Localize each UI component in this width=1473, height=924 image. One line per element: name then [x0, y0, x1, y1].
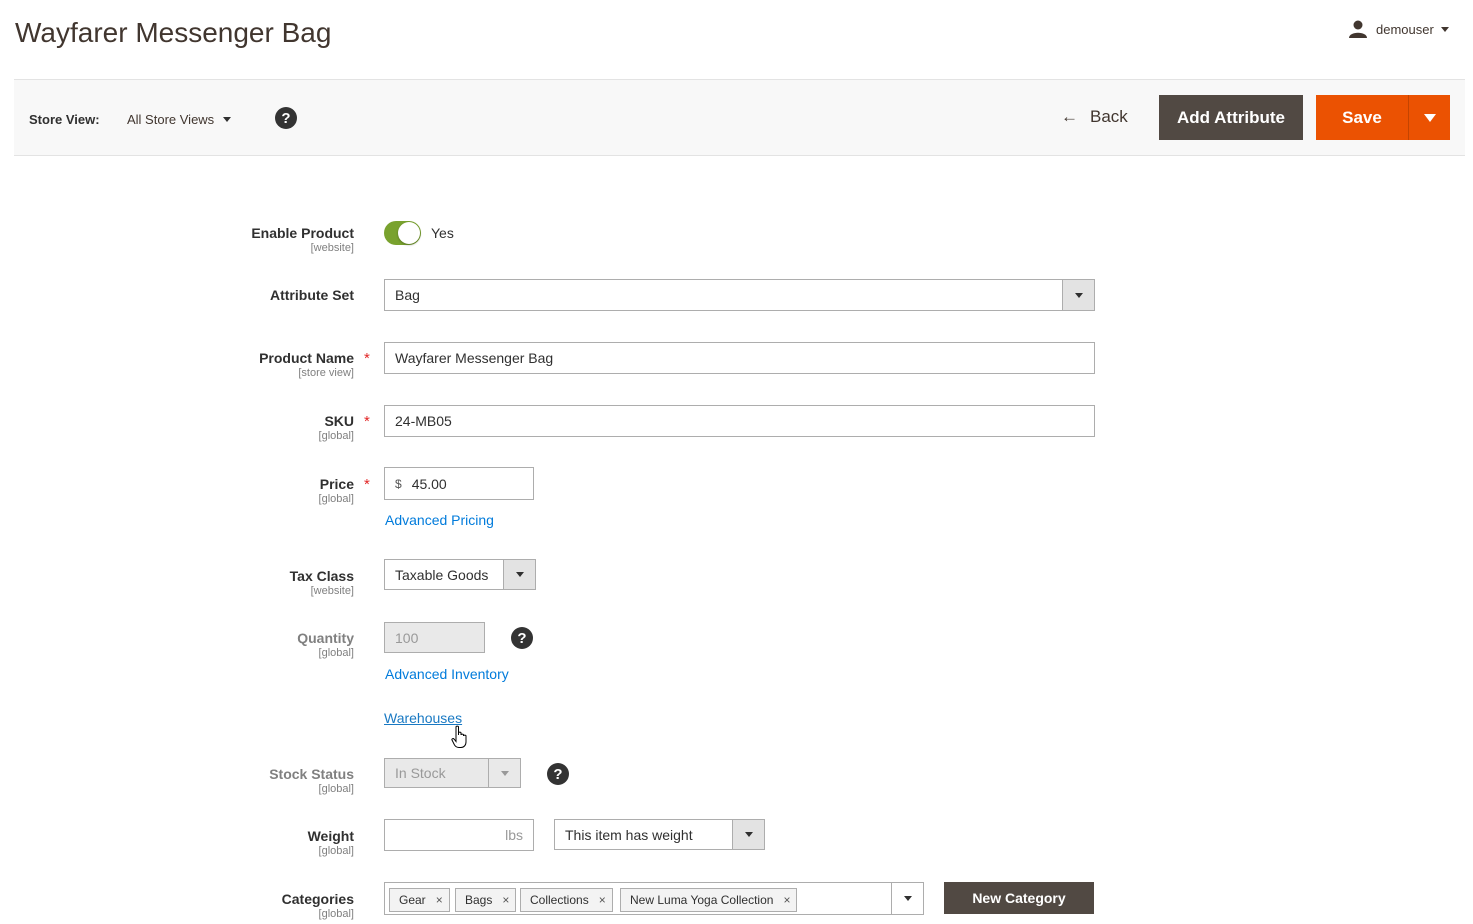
product-name-input[interactable]: Wayfarer Messenger Bag — [384, 342, 1095, 374]
category-tag: Gear × — [389, 888, 450, 912]
tax-class-select[interactable]: Taxable Goods — [384, 559, 536, 590]
add-attribute-button[interactable]: Add Attribute — [1159, 95, 1303, 140]
enable-product-value: Yes — [431, 225, 454, 241]
chevron-down-icon — [223, 117, 232, 122]
quantity-label: Quantity — [297, 630, 354, 646]
stock-status-value: In Stock — [395, 765, 446, 781]
help-icon[interactable]: ? — [511, 627, 533, 649]
attribute-set-label: Attribute Set — [270, 287, 354, 303]
weight-label: Weight — [307, 828, 354, 844]
quantity-input: 100 — [384, 622, 485, 653]
page-actions-toolbar: Store View: All Store Views ? ← Back Add… — [14, 79, 1465, 156]
weight-type-select[interactable]: This item has weight — [554, 819, 765, 850]
new-category-button[interactable]: New Category — [944, 882, 1094, 914]
price-input[interactable]: $ 45.00 — [384, 467, 534, 500]
advanced-inventory-link[interactable]: Advanced Inventory — [385, 666, 509, 682]
advanced-pricing-link[interactable]: Advanced Pricing — [385, 512, 494, 528]
categories-scope: [global] — [318, 908, 354, 920]
toggle-knob — [398, 222, 420, 244]
price-value: 45.00 — [411, 475, 447, 492]
enable-product-toggle[interactable] — [384, 221, 421, 245]
user-name: demouser — [1376, 21, 1434, 37]
help-icon[interactable]: ? — [275, 107, 297, 129]
price-scope: [global] — [318, 493, 354, 505]
tax-class-scope: [website] — [310, 585, 354, 597]
required-marker: * — [364, 413, 370, 430]
store-view-value: All Store Views — [127, 112, 215, 127]
sku-label: SKU — [324, 413, 354, 429]
caret-down-icon — [500, 770, 509, 776]
back-label: Back — [1090, 107, 1128, 126]
weight-input[interactable]: lbs — [384, 819, 534, 851]
caret-down-icon — [515, 572, 524, 577]
category-tag-label: Bags — [465, 893, 493, 907]
category-tag: Bags × — [455, 888, 517, 912]
currency-symbol: $ — [395, 476, 402, 491]
category-tag-label: Gear — [399, 893, 426, 907]
product-name-value: Wayfarer Messenger Bag — [395, 350, 554, 366]
weight-type-value: This item has weight — [565, 826, 693, 843]
category-tag: Collections × — [520, 888, 613, 912]
dropdown-button[interactable] — [1062, 280, 1094, 310]
caret-down-icon — [1423, 113, 1436, 122]
hand-cursor-icon — [451, 725, 467, 748]
page-title: Wayfarer Messenger Bag — [15, 17, 332, 48]
caret-down-icon — [744, 832, 753, 837]
stock-status-scope: [global] — [318, 783, 354, 795]
weight-scope: [global] — [318, 845, 354, 857]
category-tag-label: New Luma Yoga Collection — [630, 893, 774, 907]
categories-multiselect[interactable]: Gear × Bags × Collections × New Luma Yog… — [384, 882, 924, 915]
stock-status-label: Stock Status — [269, 766, 354, 782]
required-marker: * — [364, 350, 370, 367]
remove-icon[interactable]: × — [783, 893, 790, 907]
caret-down-icon — [1074, 292, 1083, 298]
arrow-left-icon: ← — [1061, 107, 1078, 126]
dropdown-button[interactable] — [503, 560, 535, 589]
enable-product-label: Enable Product — [251, 225, 354, 241]
warehouses-link[interactable]: Warehouses — [384, 710, 462, 726]
stock-status-select: In Stock — [384, 758, 521, 788]
store-view-switcher[interactable]: All Store Views — [127, 112, 232, 127]
sku-value: 24-MB05 — [395, 413, 452, 429]
tax-class-value: Taxable Goods — [395, 566, 489, 583]
user-icon — [1349, 20, 1367, 38]
price-label: Price — [319, 476, 354, 492]
caret-down-icon — [903, 896, 912, 901]
dropdown-button[interactable] — [732, 820, 764, 849]
enable-product-scope: [website] — [310, 242, 354, 254]
sku-scope: [global] — [318, 430, 354, 442]
tax-class-label: Tax Class — [289, 568, 354, 584]
quantity-value: 100 — [395, 629, 419, 646]
sku-input[interactable]: 24-MB05 — [384, 405, 1095, 437]
weight-unit: lbs — [505, 827, 523, 843]
attribute-set-value: Bag — [395, 287, 420, 303]
remove-icon[interactable]: × — [502, 893, 509, 907]
help-icon[interactable]: ? — [547, 763, 569, 785]
product-name-label: Product Name — [259, 350, 354, 366]
dropdown-button[interactable] — [891, 883, 923, 914]
required-marker: * — [364, 476, 370, 493]
category-tag: New Luma Yoga Collection × — [620, 888, 798, 912]
dropdown-button — [488, 759, 520, 787]
product-name-scope: [store view] — [298, 367, 354, 379]
remove-icon[interactable]: × — [436, 893, 443, 907]
quantity-scope: [global] — [318, 647, 354, 659]
attribute-set-select[interactable]: Bag — [384, 279, 1095, 311]
category-tag-label: Collections — [530, 893, 589, 907]
back-button[interactable]: ← Back — [1061, 107, 1128, 127]
user-menu[interactable]: demouser — [1348, 20, 1449, 38]
save-button[interactable]: Save — [1316, 95, 1408, 140]
chevron-down-icon — [1440, 26, 1449, 32]
remove-icon[interactable]: × — [599, 893, 606, 907]
categories-label: Categories — [281, 891, 354, 907]
save-options-toggle[interactable] — [1408, 95, 1450, 140]
store-view-label: Store View: — [29, 112, 100, 127]
